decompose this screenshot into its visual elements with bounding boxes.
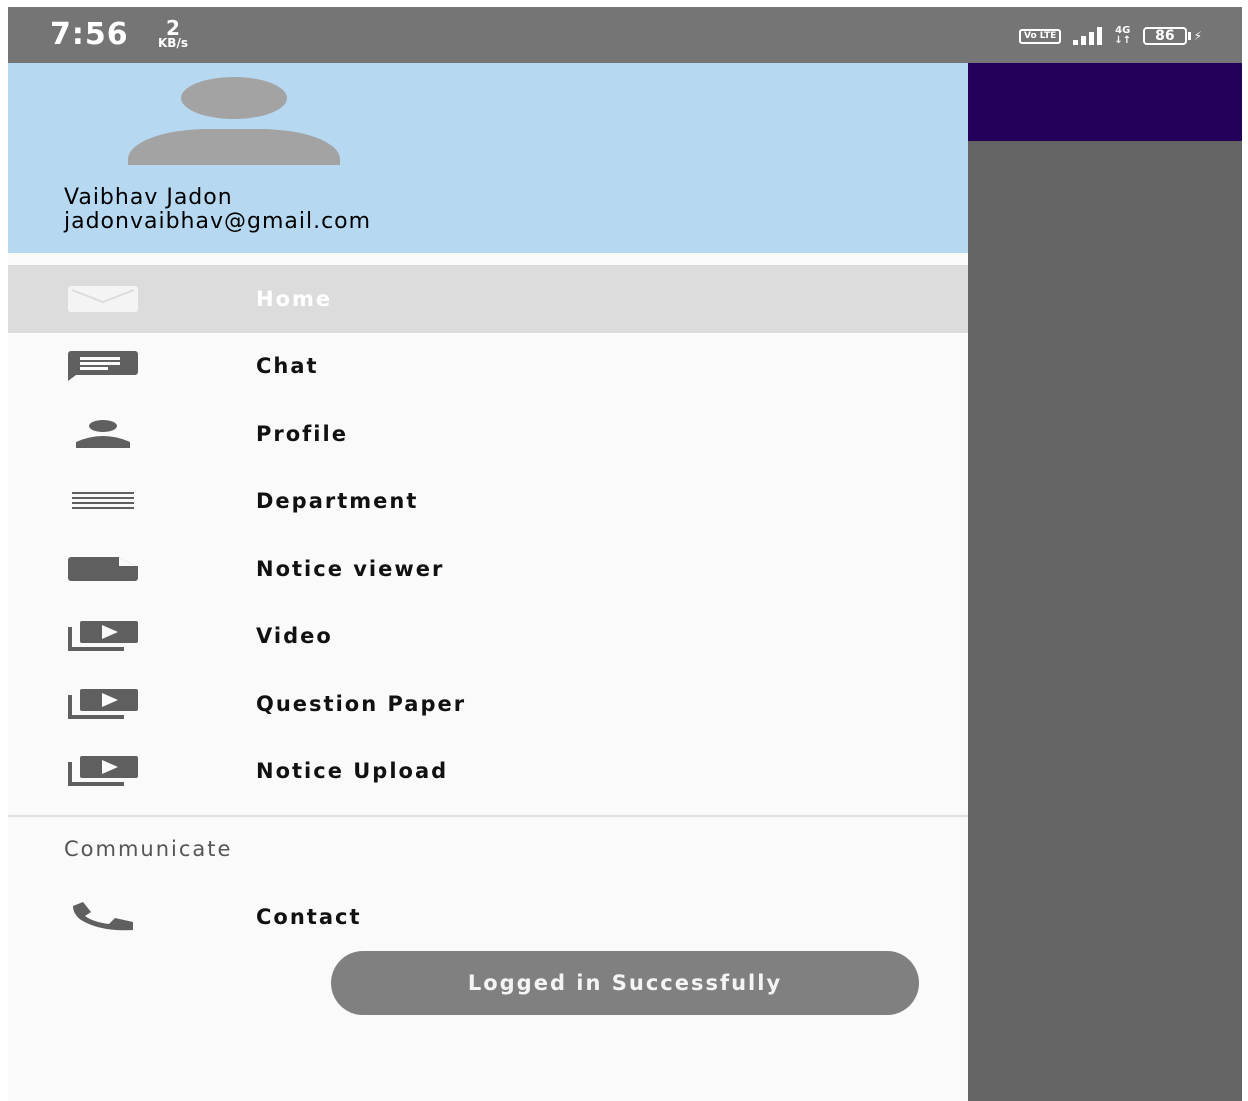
network-type-icon: 4G ↓↑	[1114, 26, 1131, 46]
mail-icon	[68, 282, 138, 316]
video-library-icon	[68, 754, 138, 788]
charging-bolt-icon: ⚡	[1193, 29, 1202, 43]
section-divider	[8, 815, 968, 817]
phone-screen: 7:56 2 KB/s Vo LTE 4G ↓↑ 86 ⚡ Vaibhav Ja…	[8, 7, 1242, 1101]
status-icons: Vo LTE 4G ↓↑ 86 ⚡	[1018, 23, 1202, 49]
menu-item-label: Department	[256, 489, 419, 514]
menu-item-video[interactable]: Video	[8, 603, 968, 671]
menu-item-label: Contact	[256, 904, 362, 929]
volte-icon: Vo LTE	[1018, 28, 1062, 44]
status-bar: 7:56 2 KB/s Vo LTE 4G ↓↑ 86 ⚡	[8, 7, 1242, 63]
network-speed-value: 2	[166, 16, 180, 40]
menu-item-chat[interactable]: Chat	[8, 333, 968, 401]
document-icon	[68, 552, 138, 586]
network-speed: 2 KB/s	[158, 16, 188, 50]
menu-item-label: Notice Upload	[256, 759, 449, 784]
menu-item-label: Profile	[256, 421, 348, 446]
person-icon	[68, 417, 138, 451]
video-library-icon	[68, 619, 138, 653]
signal-icon	[1073, 27, 1103, 45]
list-lines-icon	[68, 484, 138, 518]
clock: 7:56	[50, 17, 129, 52]
menu-item-home[interactable]: Home	[8, 265, 968, 333]
menu-item-label: Home	[256, 286, 333, 311]
avatar[interactable]	[128, 77, 340, 165]
menu-item-label: Video	[256, 624, 333, 649]
user-name: Vaibhav Jadon	[64, 185, 233, 210]
network-speed-unit: KB/s	[158, 36, 188, 50]
battery-icon: 86 ⚡	[1143, 27, 1202, 45]
menu-item-department[interactable]: Department	[8, 468, 968, 536]
video-library-icon	[68, 687, 138, 721]
user-email: jadonvaibhav@gmail.com	[64, 209, 372, 234]
data-arrows-icon: ↓↑	[1114, 35, 1132, 46]
phone-icon	[68, 900, 138, 934]
chat-icon	[68, 349, 138, 383]
menu-item-notice-upload[interactable]: Notice Upload	[8, 738, 968, 806]
menu-item-contact[interactable]: Contact	[8, 883, 968, 951]
menu-item-label: Question Paper	[256, 691, 467, 716]
menu-item-label: Notice viewer	[256, 556, 445, 581]
battery-level: 86	[1143, 27, 1187, 45]
drawer-menu: Home Chat Profile Department Notice view…	[8, 265, 968, 805]
app-bar	[968, 63, 1242, 141]
contact-section: Contact	[8, 883, 968, 951]
drawer-header: Vaibhav Jadon jadonvaibhav@gmail.com	[8, 63, 968, 253]
menu-item-label: Chat	[256, 354, 319, 379]
section-title-communicate: Communicate	[64, 837, 233, 861]
menu-item-notice-viewer[interactable]: Notice viewer	[8, 535, 968, 603]
toast-message: Logged in Successfully	[331, 951, 919, 1015]
menu-item-question-paper[interactable]: Question Paper	[8, 670, 968, 738]
navigation-drawer: Vaibhav Jadon jadonvaibhav@gmail.com Hom…	[8, 63, 968, 1101]
menu-item-profile[interactable]: Profile	[8, 400, 968, 468]
